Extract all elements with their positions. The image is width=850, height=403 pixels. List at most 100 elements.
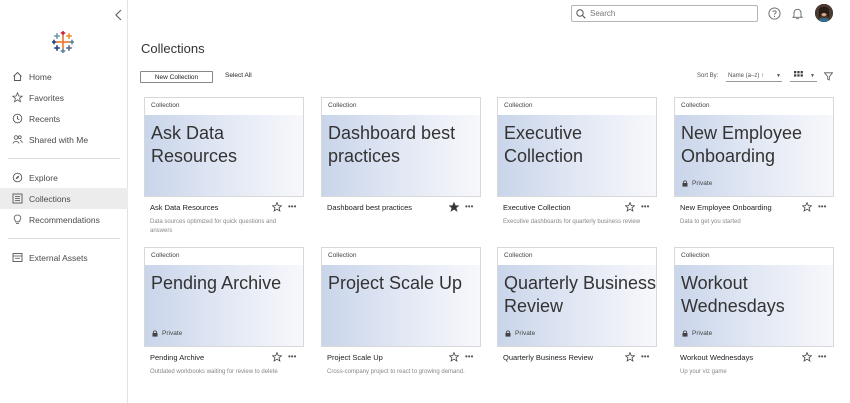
sidebar-item-shared-with-me[interactable]: Shared with Me bbox=[0, 129, 128, 150]
collection-thumbnail[interactable]: Collection New Employee Onboarding Private bbox=[674, 97, 834, 197]
collection-card[interactable]: Collection Project Scale Up Project Scale … bbox=[321, 247, 481, 375]
sidebar-item-collections[interactable]: Collections bbox=[0, 188, 128, 209]
lock-icon bbox=[152, 330, 158, 337]
favorite-star-icon[interactable] bbox=[449, 202, 459, 212]
collection-thumbnail[interactable]: Collection Quarterly Business Review Priva… bbox=[497, 247, 657, 347]
collection-name-link[interactable]: Dashboard best practices bbox=[327, 203, 412, 212]
collection-tag: Collection bbox=[145, 98, 303, 115]
new-collection-button[interactable]: New Collection bbox=[140, 71, 213, 83]
search-input[interactable] bbox=[590, 9, 750, 18]
sidebar-item-label: Home bbox=[29, 71, 52, 82]
compass-icon bbox=[12, 172, 23, 183]
more-actions-icon[interactable]: ••• bbox=[465, 352, 473, 361]
favorite-star-icon[interactable] bbox=[802, 202, 812, 212]
collection-name-link[interactable]: Executive Collection bbox=[503, 203, 571, 212]
favorite-star-icon[interactable] bbox=[625, 352, 635, 362]
private-label: Private bbox=[515, 330, 536, 337]
collection-tag: Collection bbox=[145, 248, 303, 265]
collection-name-link[interactable]: Project Scale Up bbox=[327, 353, 383, 362]
collection-thumbnail[interactable]: Collection Executive Collection bbox=[497, 97, 657, 197]
collection-thumbnail-title: Ask Data Resources bbox=[151, 123, 238, 166]
more-actions-icon[interactable]: ••• bbox=[465, 202, 473, 211]
more-actions-icon[interactable]: ••• bbox=[818, 352, 826, 361]
sidebar-nav: Home Favorites Recents Shared with Me Ex… bbox=[0, 66, 128, 268]
sidebar-item-external-assets[interactable]: External Assets bbox=[0, 247, 128, 268]
favorite-star-icon[interactable] bbox=[272, 352, 282, 362]
collection-card[interactable]: Collection New Employee Onboarding Private… bbox=[674, 97, 834, 225]
tableau-logo-icon bbox=[52, 31, 74, 53]
collection-description: Data sources optimized for quick questio… bbox=[150, 219, 277, 234]
collection-tag: Collection bbox=[675, 98, 833, 115]
collapse-sidebar-icon[interactable] bbox=[112, 8, 126, 22]
user-avatar[interactable] bbox=[815, 4, 833, 22]
favorite-star-icon[interactable] bbox=[272, 202, 282, 212]
select-all-button[interactable]: Select All bbox=[225, 72, 252, 79]
favorite-star-icon[interactable] bbox=[625, 202, 635, 212]
private-label: Private bbox=[692, 330, 713, 337]
collection-card[interactable]: Collection Ask Data Resources Ask Data Res… bbox=[144, 97, 304, 234]
collection-card[interactable]: Collection Executive Collection Executive … bbox=[497, 97, 657, 225]
collection-card[interactable]: Collection Quarterly Business Review Priva… bbox=[497, 247, 657, 362]
collection-tag: Collection bbox=[498, 98, 656, 115]
external-assets-icon bbox=[12, 252, 23, 263]
collection-name-link[interactable]: Ask Data Resources bbox=[150, 203, 218, 212]
sidebar-divider bbox=[8, 158, 120, 159]
more-actions-icon[interactable]: ••• bbox=[641, 352, 649, 361]
page-title: Collections bbox=[141, 41, 205, 56]
collection-name-link[interactable]: Pending Archive bbox=[150, 353, 204, 362]
view-toggle-dropdown[interactable]: ▼ bbox=[790, 70, 817, 82]
sidebar-item-label: Favorites bbox=[29, 92, 64, 103]
bell-icon[interactable] bbox=[791, 7, 804, 20]
collections-icon bbox=[12, 193, 23, 204]
collection-thumbnail[interactable]: Collection Dashboard best practices bbox=[321, 97, 481, 197]
collection-description: Data to get you started bbox=[680, 219, 741, 225]
lock-icon bbox=[505, 330, 511, 337]
private-badge: Private bbox=[682, 180, 712, 187]
sidebar-item-favorites[interactable]: Favorites bbox=[0, 87, 128, 108]
collection-card[interactable]: Collection Pending Archive Private Pending … bbox=[144, 247, 304, 375]
collection-tag: Collection bbox=[498, 248, 656, 265]
private-label: Private bbox=[692, 180, 713, 187]
favorite-star-icon[interactable] bbox=[802, 352, 812, 362]
collection-thumbnail[interactable]: Collection Ask Data Resources bbox=[144, 97, 304, 197]
favorite-star-icon[interactable] bbox=[449, 352, 459, 362]
private-label: Private bbox=[162, 330, 183, 337]
collection-card[interactable]: Collection Workout Wednesdays Private Worko… bbox=[674, 247, 834, 375]
sort-dropdown[interactable]: Name (a–z) ↑ ▼ bbox=[726, 70, 782, 82]
lock-icon bbox=[682, 330, 688, 337]
sidebar-item-home[interactable]: Home bbox=[0, 66, 128, 87]
clock-icon bbox=[12, 113, 23, 124]
more-actions-icon[interactable]: ••• bbox=[288, 352, 296, 361]
shared-icon bbox=[12, 134, 23, 145]
collection-thumbnail[interactable]: Collection Project Scale Up bbox=[321, 247, 481, 347]
more-actions-icon[interactable]: ••• bbox=[641, 202, 649, 211]
more-actions-icon[interactable]: ••• bbox=[288, 202, 296, 211]
collection-description: Outdated workbooks waiting for review to… bbox=[150, 369, 278, 375]
collection-thumbnail[interactable]: Collection Workout Wednesdays Private bbox=[674, 247, 834, 347]
sidebar-item-label: External Assets bbox=[29, 252, 88, 263]
sidebar-item-label: Explore bbox=[29, 172, 58, 183]
collection-thumbnail-title: New Employee Onboarding bbox=[681, 123, 803, 166]
sidebar-item-explore[interactable]: Explore bbox=[0, 167, 128, 188]
collection-name-link[interactable]: New Employee Onboarding bbox=[680, 203, 772, 212]
collection-thumbnail[interactable]: Collection Pending Archive Private bbox=[144, 247, 304, 347]
collection-thumbnail-title: Pending Archive bbox=[151, 273, 282, 293]
chevron-down-icon: ▼ bbox=[810, 73, 815, 79]
collection-tag: Collection bbox=[675, 248, 833, 265]
search-box[interactable] bbox=[571, 5, 758, 22]
sidebar-item-label: Shared with Me bbox=[29, 134, 89, 145]
sidebar-item-recents[interactable]: Recents bbox=[0, 108, 128, 129]
collection-name-link[interactable]: Quarterly Business Review bbox=[503, 353, 593, 362]
help-icon[interactable] bbox=[768, 7, 781, 20]
collection-description: Cross-company project to react to growin… bbox=[327, 369, 465, 375]
more-actions-icon[interactable]: ••• bbox=[818, 202, 826, 211]
collection-name-link[interactable]: Workout Wednesdays bbox=[680, 353, 753, 362]
sidebar-divider bbox=[8, 238, 120, 239]
sidebar-item-recommendations[interactable]: Recommendations bbox=[0, 209, 128, 230]
lock-icon bbox=[682, 180, 688, 187]
collection-description: Up your viz game bbox=[680, 369, 727, 375]
collection-card[interactable]: Collection Dashboard best practices Dashbo… bbox=[321, 97, 481, 212]
chevron-down-icon: ▼ bbox=[776, 73, 781, 79]
collection-thumbnail-title: Project Scale Up bbox=[328, 273, 463, 293]
filter-icon[interactable] bbox=[824, 72, 833, 81]
